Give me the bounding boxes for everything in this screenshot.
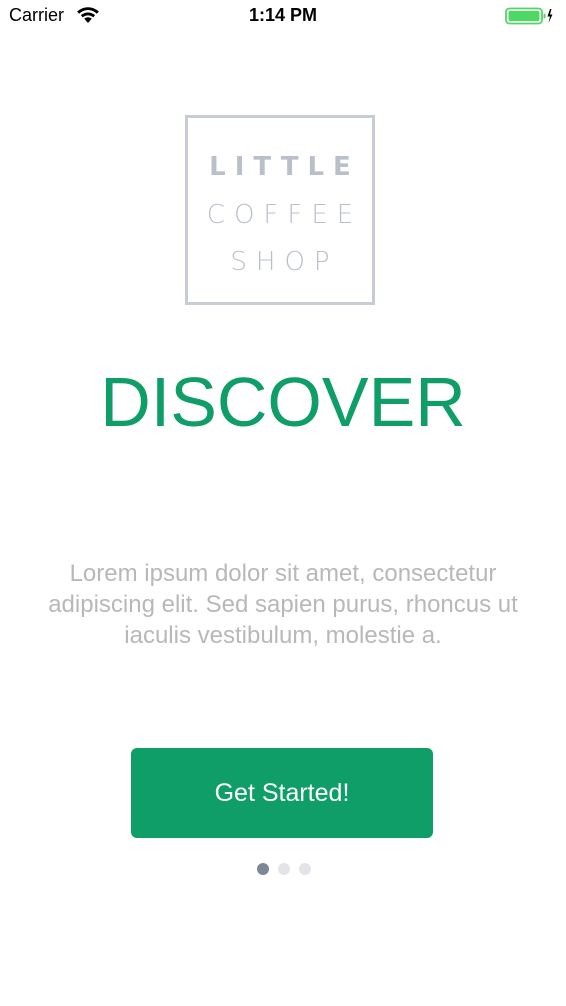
logo-line-coffee: COFFEE [206, 200, 363, 230]
onboarding-title: DISCOVER [100, 363, 466, 441]
status-bar: Carrier 1:14 PM [0, 0, 566, 32]
page-dot[interactable] [257, 863, 269, 875]
onboarding-description: Lorem ipsum dolor sit amet, consectetur … [48, 560, 518, 649]
page-indicator[interactable] [0, 863, 566, 875]
page-dot[interactable] [278, 863, 290, 875]
logo-line-little: LITTLE [209, 152, 360, 182]
logo-line-shop: SHOP [230, 247, 339, 277]
shop-logo: LITTLE COFFEE SHOP [185, 115, 375, 305]
page-dot[interactable] [299, 863, 311, 875]
get-started-button[interactable]: Get Started! [131, 748, 433, 838]
status-time: 1:14 PM [248, 5, 318, 25]
battery-icon [505, 7, 553, 25]
